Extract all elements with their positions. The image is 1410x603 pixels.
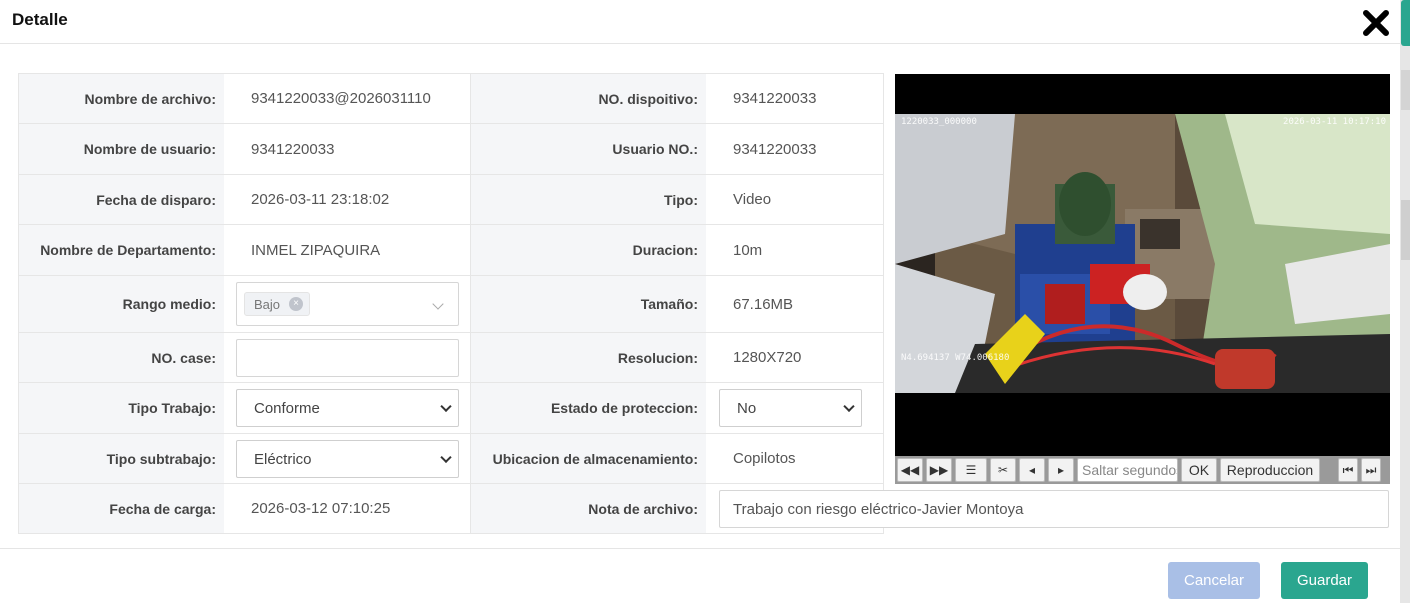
label-tipo: Tipo: xyxy=(471,175,706,224)
rewind-icon[interactable]: ◀◀ xyxy=(897,458,923,482)
playback-button[interactable]: Reproduccion xyxy=(1220,458,1320,482)
label-ubicacion: Ubicacion de almacenamiento: xyxy=(471,434,706,483)
form-row: Nombre de usuario: 9341220033 Usuario NO… xyxy=(19,124,883,175)
skip-end-icon[interactable]: ⏭ xyxy=(1361,458,1381,482)
background-strip xyxy=(1400,0,1410,603)
value-no-dispositivo: 9341220033 xyxy=(733,90,817,107)
label-tamano: Tamaño: xyxy=(471,276,706,332)
label-resolucion: Resolucion: xyxy=(471,333,706,382)
value-tamano: 67.16MB xyxy=(733,295,794,313)
label-rango-medio: Rango medio: xyxy=(19,276,224,332)
seek-seconds-input[interactable]: Saltar segundos xyxy=(1077,458,1178,482)
form-row: Nombre de archivo: 9341220033@2026031110… xyxy=(19,74,883,124)
label-nombre-usuario: Nombre de usuario: xyxy=(19,124,224,174)
fast-forward-icon[interactable]: ▶▶ xyxy=(926,458,952,482)
form-row: Rango medio: Bajo × Tamaño: 67.16MB xyxy=(19,276,883,333)
close-icon[interactable] xyxy=(1361,8,1391,38)
form-row: Tipo subtrabajo: Eléctrico Ubicacion de … xyxy=(19,434,883,484)
background-accent xyxy=(1401,0,1410,46)
modal-header: Detalle xyxy=(0,0,1400,44)
video-overlay-gps: N4.694137 W74.006180 xyxy=(901,353,1010,363)
frame-back-icon[interactable]: ◂ xyxy=(1019,458,1045,482)
label-fecha-carga: Fecha de carga: xyxy=(19,484,224,533)
label-nota-archivo: Nota de archivo: xyxy=(471,484,706,533)
rango-medio-tag: Bajo × xyxy=(244,292,311,316)
label-tipo-trabajo: Tipo Trabajo: xyxy=(19,383,224,433)
nota-archivo-input[interactable]: Trabajo con riesgo eléctrico-Javier Mont… xyxy=(719,490,1389,528)
value-ubicacion: Copilotos xyxy=(733,450,796,467)
value-resolucion: 1280X720 xyxy=(733,349,802,366)
label-departamento: Nombre de Departamento: xyxy=(19,225,224,275)
estado-proteccion-value: No xyxy=(737,399,757,417)
detail-form: Nombre de archivo: 9341220033@2026031110… xyxy=(18,73,884,534)
label-fecha-disparo: Fecha de disparo: xyxy=(19,175,224,224)
modal-footer: Cancelar Guardar xyxy=(0,548,1400,603)
value-nombre-usuario: 9341220033 xyxy=(251,140,335,158)
chevron-down-icon xyxy=(440,451,452,464)
chevron-down-icon xyxy=(440,400,452,413)
video-controls: ◀◀ ▶▶ ☰ ✂ ◂ ▸ Saltar segundos OK Reprodu… xyxy=(895,456,1390,484)
rango-medio-tag-label: Bajo xyxy=(254,296,281,312)
background-block xyxy=(1401,70,1410,110)
chevron-down-icon xyxy=(843,400,855,413)
value-departamento: INMEL ZIPAQUIRA xyxy=(251,241,381,259)
video-player[interactable]: 1220033_000000 2026-03-11 10:17:10 N4.69… xyxy=(895,74,1390,456)
form-row: Nombre de Departamento: INMEL ZIPAQUIRA … xyxy=(19,225,883,276)
tag-remove-icon[interactable]: × xyxy=(289,297,304,311)
frame-forward-icon[interactable]: ▸ xyxy=(1048,458,1074,482)
video-overlay-timestamp: 2026-03-11 10:17:10 xyxy=(1283,117,1386,127)
label-no-dispositivo: NO. dispoitivo: xyxy=(471,74,706,123)
video-overlay-id: 1220033_000000 xyxy=(901,117,977,127)
video-frame xyxy=(895,114,1390,393)
rango-medio-multiselect[interactable]: Bajo × xyxy=(236,282,459,326)
scissors-icon[interactable]: ✂ xyxy=(990,458,1016,482)
tipo-trabajo-select[interactable]: Conforme xyxy=(236,389,459,427)
value-duracion: 10m xyxy=(733,241,763,259)
detail-modal: Detalle Nombre de archivo: 9341220033@20… xyxy=(0,0,1400,603)
value-fecha-carga: 2026-03-12 07:10:25 xyxy=(251,500,391,517)
form-row: NO. case: Resolucion: 1280X720 xyxy=(19,333,883,383)
tipo-trabajo-value: Conforme xyxy=(254,399,320,417)
label-no-case: NO. case: xyxy=(19,333,224,382)
form-row: Tipo Trabajo: Conforme Estado de protecc… xyxy=(19,383,883,434)
label-nombre-archivo: Nombre de archivo: xyxy=(19,74,224,123)
modal-title: Detalle xyxy=(12,10,68,29)
label-estado-proteccion: Estado de proteccion: xyxy=(471,383,706,433)
tipo-subtrabajo-value: Eléctrico xyxy=(254,450,312,468)
cancel-button[interactable]: Cancelar xyxy=(1168,562,1260,599)
form-row: Fecha de disparo: 2026-03-11 23:18:02 Ti… xyxy=(19,175,883,225)
label-duracion: Duracion: xyxy=(471,225,706,275)
label-tipo-subtrabajo: Tipo subtrabajo: xyxy=(19,434,224,483)
save-button[interactable]: Guardar xyxy=(1281,562,1368,599)
chevron-down-icon xyxy=(432,298,444,310)
estado-proteccion-select[interactable]: No xyxy=(719,389,862,427)
value-nombre-archivo: 9341220033@2026031110 xyxy=(251,90,431,107)
seek-ok-button[interactable]: OK xyxy=(1181,458,1217,482)
background-block xyxy=(1401,200,1410,260)
value-tipo: Video xyxy=(733,191,772,208)
value-fecha-disparo: 2026-03-11 23:18:02 xyxy=(251,191,390,208)
list-icon[interactable]: ☰ xyxy=(955,458,987,482)
tipo-subtrabajo-select[interactable]: Eléctrico xyxy=(236,440,459,478)
value-usuario-no: 9341220033 xyxy=(733,140,817,158)
skip-start-icon[interactable]: ⏮ xyxy=(1338,458,1358,482)
no-case-input[interactable] xyxy=(236,339,459,377)
label-usuario-no: Usuario NO.: xyxy=(471,124,706,174)
